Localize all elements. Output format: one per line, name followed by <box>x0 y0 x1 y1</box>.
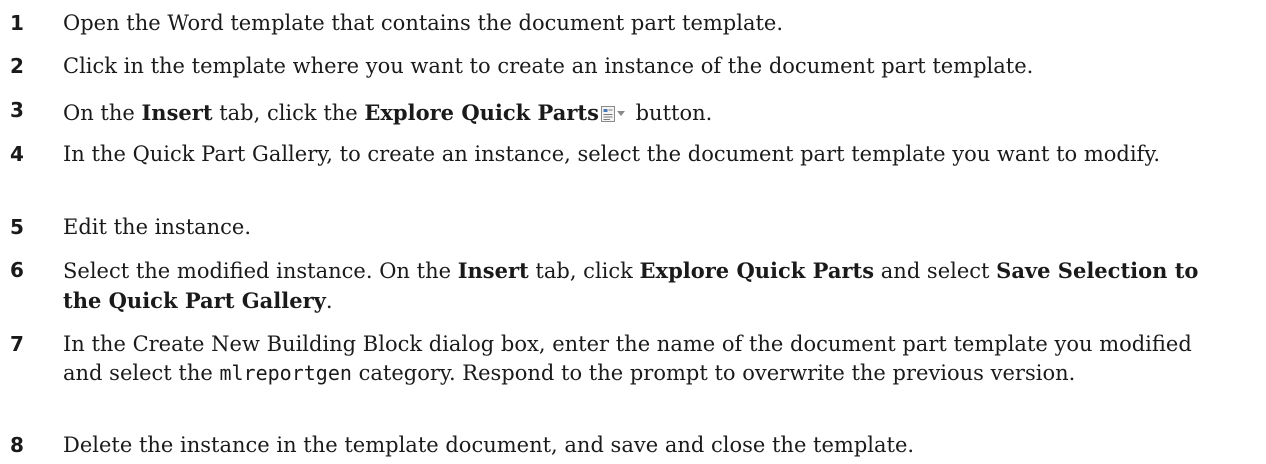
insert-tab-label: Insert <box>141 100 213 125</box>
step-number: 7 <box>10 332 24 356</box>
step-text: In the Create New Building Block dialog … <box>63 332 1192 385</box>
insert-tab-label: Insert <box>457 258 529 283</box>
step-4: 4 In the Quick Part Gallery, to create a… <box>0 140 1213 169</box>
chevron-down-icon <box>616 96 625 125</box>
explore-quick-parts-label: Explore Quick Parts <box>639 258 875 283</box>
step-text: Edit the instance. <box>63 215 252 239</box>
step-text: In the Quick Part Gallery, to create an … <box>63 142 1161 166</box>
step-text: Open the Word template that contains the… <box>63 11 784 35</box>
step-number: 4 <box>10 142 24 166</box>
step-text: Select the modified instance. On the Ins… <box>63 258 1199 313</box>
step-number: 6 <box>10 258 24 282</box>
step-6: 6 Select the modified instance. On the I… <box>0 256 1213 316</box>
step-2: 2 Click in the template where you want t… <box>0 52 1213 81</box>
step-3: 3 On the Insert tab, click the Explore Q… <box>0 96 1213 130</box>
step-number: 5 <box>10 215 24 239</box>
quick-parts-icon <box>600 101 615 130</box>
step-number: 1 <box>10 11 24 35</box>
step-number: 3 <box>10 98 24 122</box>
step-text: Delete the instance in the template docu… <box>63 433 915 457</box>
step-7: 7 In the Create New Building Block dialo… <box>0 330 1213 388</box>
step-number: 8 <box>10 433 24 457</box>
category-code: mlreportgen <box>219 361 352 385</box>
step-text: Click in the template where you want to … <box>63 54 1034 78</box>
step-8: 8 Delete the instance in the template do… <box>0 431 1213 460</box>
explore-quick-parts-label: Explore Quick Parts <box>364 100 599 125</box>
step-5: 5 Edit the instance. <box>0 213 1213 242</box>
step-text: On the Insert tab, click the Explore Qui… <box>63 100 712 125</box>
step-1: 1 Open the Word template that contains t… <box>0 9 1213 38</box>
step-number: 2 <box>10 54 24 78</box>
